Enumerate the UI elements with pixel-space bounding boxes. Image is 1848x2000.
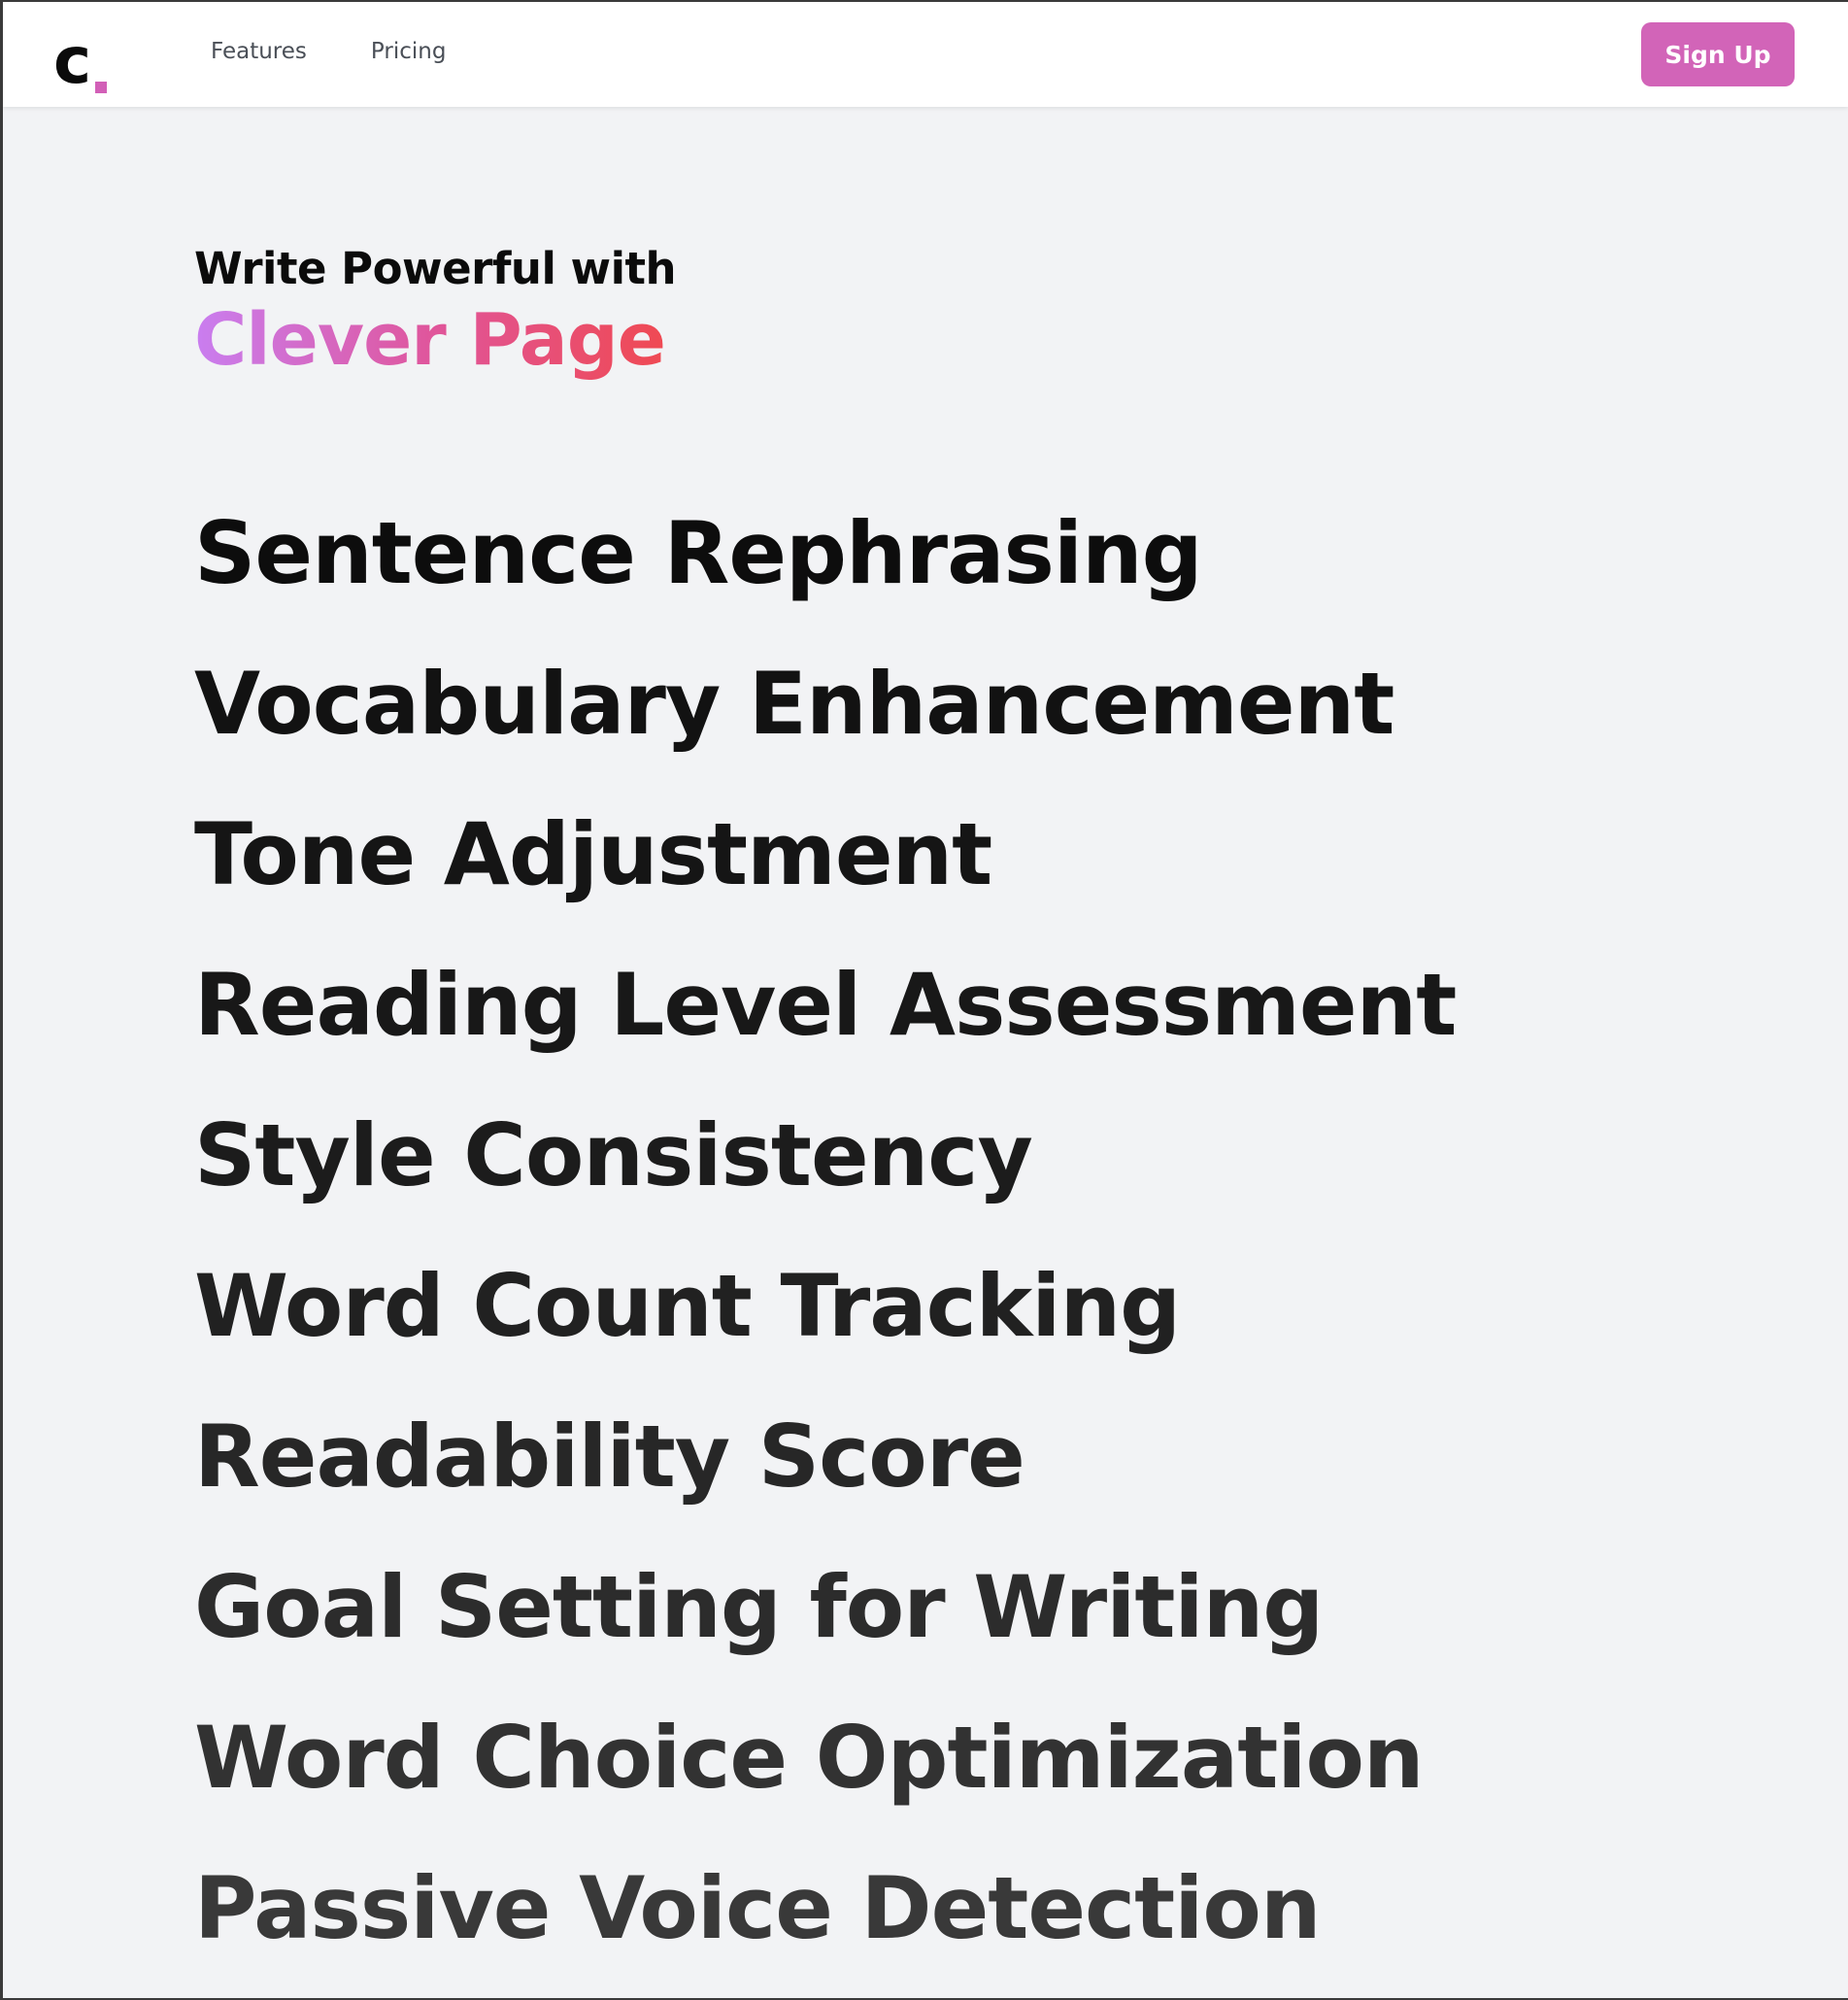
feature-list: Sentence Rephrasing Vocabulary Enhanceme… [194,478,1457,1983]
feature-item: Word Count Tracking [194,1256,1181,1356]
feature-item: Vocabulary Enhancement [194,654,1394,754]
hero: Write Powerful with Clever Page [194,239,677,381]
sign-up-button[interactable]: Sign Up [1641,22,1795,86]
logo-dot [95,82,108,93]
navbar: c Features Pricing Sign Up [3,2,1848,107]
hero-tagline: Write Powerful with [194,243,677,294]
feature-item: Sentence Rephrasing [194,503,1203,603]
feature-item: Passive Voice Detection [194,1858,1322,1958]
feature-item: Readability Score [194,1407,1025,1507]
feature-item: Style Consistency [194,1105,1033,1205]
logo[interactable]: c [53,16,108,98]
feature-item: Word Choice Optimization [194,1708,1425,1808]
hero-brand-name: Clever Page [194,299,676,381]
nav-link-pricing[interactable]: Pricing [371,39,447,64]
page-frame: c Features Pricing Sign Up Write Powerfu… [0,0,1848,2000]
nav-links: Features Pricing [211,39,446,64]
logo-letter: c [53,23,92,98]
feature-item: Reading Level Assessment [194,955,1457,1055]
feature-item: Tone Adjustment [194,804,992,904]
nav-link-features[interactable]: Features [211,39,307,64]
feature-item: Goal Setting for Writing [194,1557,1324,1657]
